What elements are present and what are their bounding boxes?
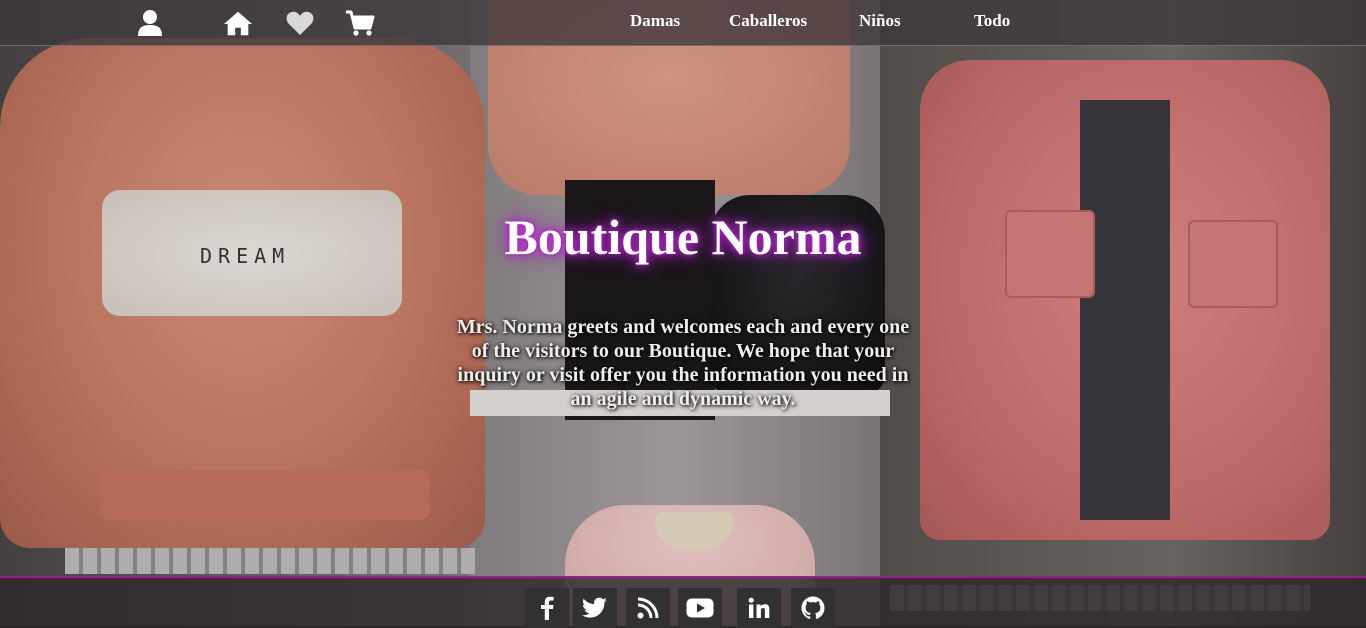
user-icon-graphic [138, 10, 162, 36]
user-icon[interactable] [135, 8, 165, 38]
rss-icon[interactable] [626, 588, 670, 628]
nav-link-todo[interactable]: Todo [974, 11, 1010, 31]
page-title: Boutique Norma [504, 209, 862, 265]
background-overlay [0, 0, 1366, 626]
rss-icon-graphic [637, 597, 659, 619]
nav-link-ninos[interactable]: Niños [859, 11, 901, 31]
footer-social-bar [0, 576, 1366, 628]
facebook-icon-graphic [541, 596, 554, 620]
nav-link-damas[interactable]: Damas [630, 11, 680, 31]
github-icon[interactable] [791, 588, 835, 628]
welcome-description: Mrs. Norma greets and welcomes each and … [456, 316, 910, 410]
linkedin-icon-graphic [748, 597, 770, 618]
youtube-icon-graphic [686, 598, 714, 618]
twitter-icon[interactable] [573, 588, 617, 628]
youtube-icon[interactable] [678, 588, 722, 628]
home-icon-graphic [223, 11, 253, 36]
heart-icon-graphic [286, 11, 314, 35]
nav-link-caballeros[interactable]: Caballeros [729, 11, 807, 31]
facebook-icon[interactable] [525, 588, 569, 628]
top-navbar: Damas Caballeros Niños Todo [0, 0, 1366, 46]
hero-background-image: DREAM [0, 0, 1366, 626]
cart-icon-graphic [346, 10, 375, 36]
heart-icon[interactable] [285, 8, 315, 38]
cart-icon[interactable] [345, 8, 375, 38]
twitter-icon-graphic [582, 597, 607, 618]
linkedin-icon[interactable] [737, 588, 781, 628]
github-icon-graphic [801, 596, 825, 619]
home-icon[interactable] [223, 8, 253, 38]
